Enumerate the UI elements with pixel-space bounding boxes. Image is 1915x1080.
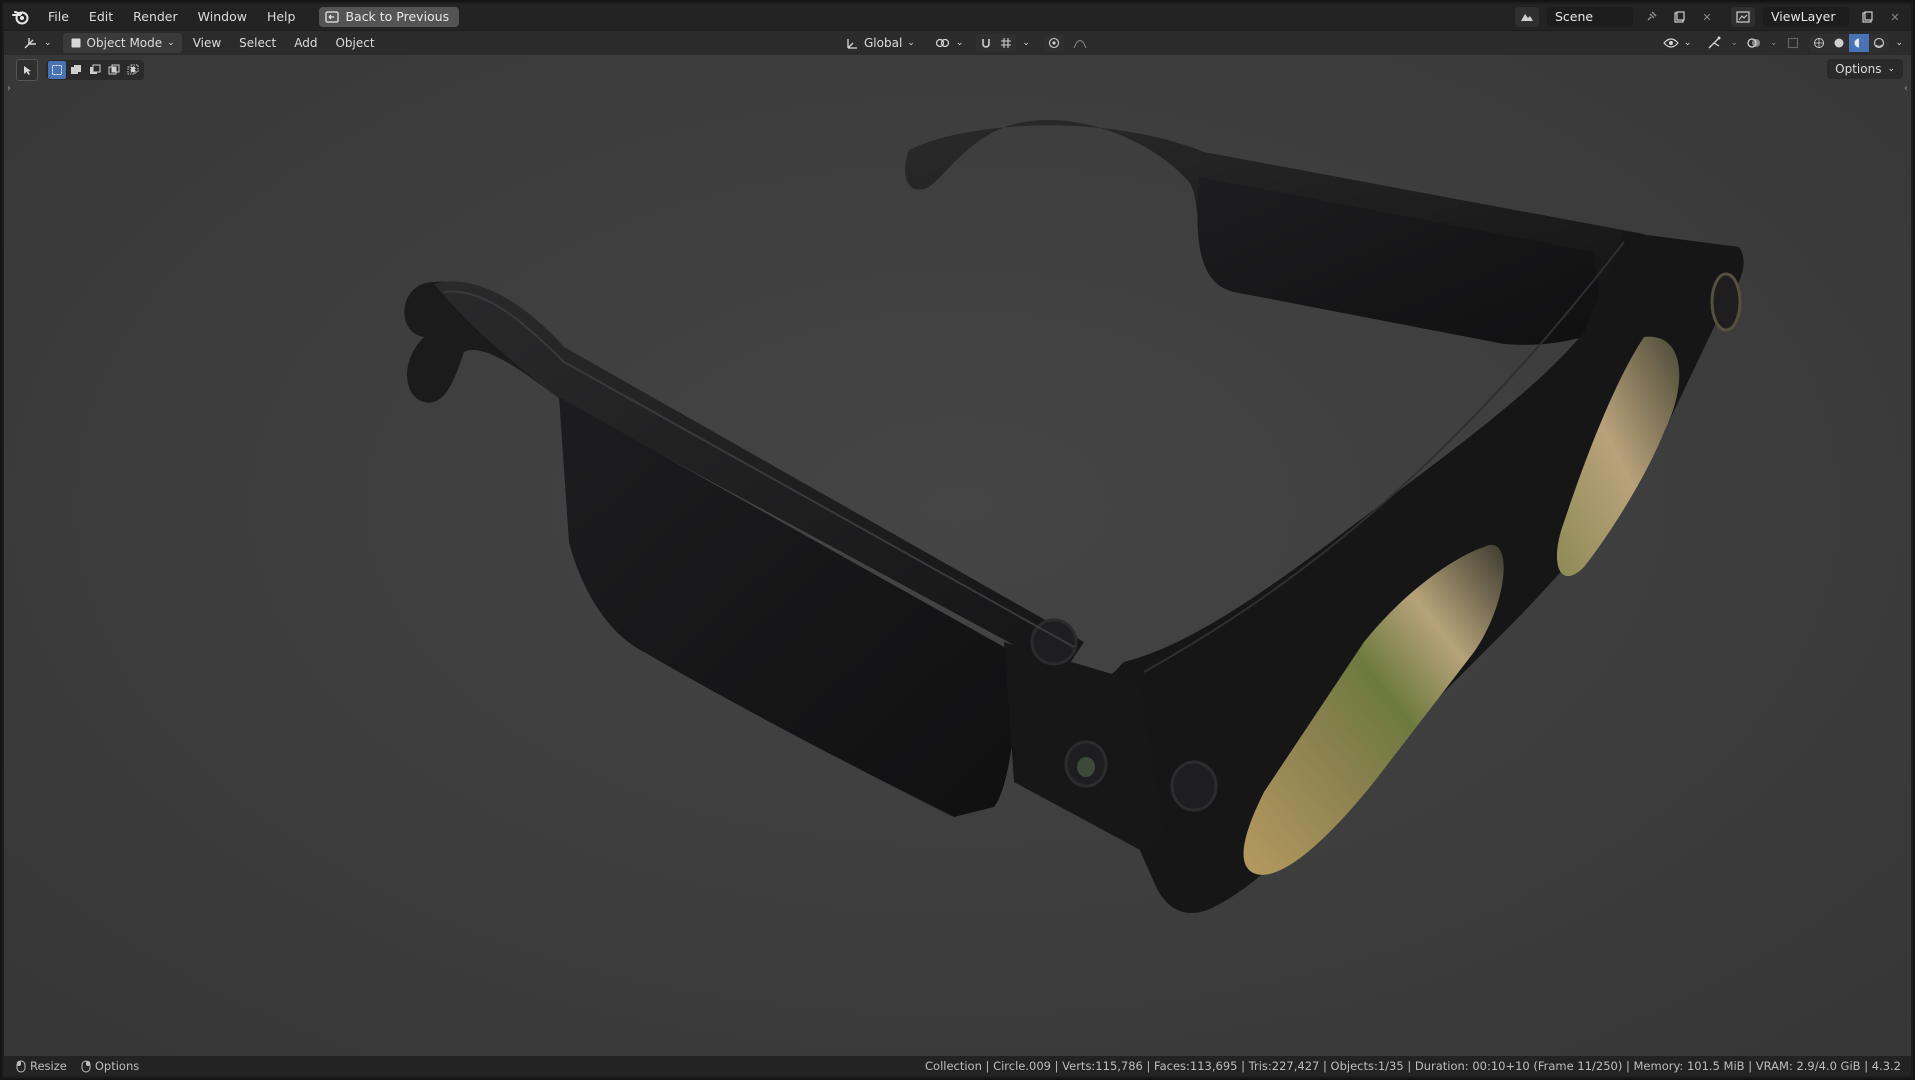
new-scene-icon[interactable] [1669, 8, 1689, 26]
orientation-axes-icon [847, 39, 857, 49]
scene-selector-icon[interactable] [1515, 7, 1539, 27]
new-view-layer-icon[interactable] [1857, 8, 1877, 26]
rendered-shading-icon[interactable] [1869, 34, 1889, 52]
header-right: ⌄ ⌄ ⌄ ⌄ [1656, 31, 1903, 55]
snap-target-icon[interactable] [996, 34, 1016, 52]
menu-view[interactable]: View [186, 33, 228, 53]
delete-scene-icon[interactable]: ✕ [1697, 8, 1717, 26]
falloff-icon[interactable] [1070, 34, 1090, 52]
far-hinge-camera [1710, 272, 1742, 332]
snap-toggle-icon[interactable] [976, 34, 996, 52]
glasses-model[interactable] [4, 55, 1911, 1056]
status-resize-label: Resize [30, 1059, 67, 1073]
editor-type-icon [24, 38, 36, 49]
shading-mode-group [1809, 34, 1890, 52]
topbar-right: Scene ✕ ViewLayer ✕ [1515, 4, 1905, 30]
orientation-label: Global [864, 36, 903, 50]
menu-object[interactable]: Object [328, 33, 381, 53]
mouse-right-icon [81, 1060, 91, 1072]
scene-name-field[interactable]: Scene [1547, 7, 1633, 27]
object-mode-label: Object Mode [86, 36, 163, 50]
status-options-label: Options [94, 1059, 140, 1073]
menu-edit[interactable]: Edit [79, 4, 123, 30]
overlays-icon[interactable] [1744, 34, 1764, 52]
proportional-editing-group [1043, 34, 1064, 52]
proportional-editing-icon[interactable] [1044, 34, 1064, 52]
pin-icon[interactable] [1641, 8, 1661, 26]
screen-back-icon [325, 11, 340, 23]
object-visibility-button[interactable]: ⌄ [1656, 33, 1699, 53]
back-to-previous-button[interactable]: Back to Previous [319, 7, 460, 27]
camera-module-right [1170, 760, 1218, 812]
status-options: Options [81, 1059, 139, 1073]
transform-orientation-select[interactable]: Global ⌄ [838, 33, 922, 53]
camera-lens-left [1077, 757, 1095, 777]
header-left: ⌄ Object Mode ⌄ View Select Add Object [16, 31, 382, 55]
menu-add[interactable]: Add [287, 33, 324, 53]
gizmo-icon[interactable] [1704, 34, 1724, 52]
view-layer-name: ViewLayer [1771, 9, 1836, 24]
header-center: Global ⌄ ⌄ ⌄ [838, 31, 1090, 55]
pivot-point-select[interactable]: ⌄ [928, 33, 971, 53]
menu-file[interactable]: File [38, 4, 79, 30]
mouse-icon [16, 1060, 26, 1072]
status-resize: Resize [16, 1059, 67, 1073]
scene-statistics: Collection | Circle.009 | Verts:115,786 … [925, 1059, 1901, 1073]
status-bar: Resize Options Collection | Circle.009 |… [4, 1056, 1911, 1076]
object-mode-icon [71, 38, 81, 48]
viewport-header: ⌄ Object Mode ⌄ View Select Add Object G… [4, 31, 1911, 55]
blender-window: File Edit Render Window Help Back to Pre… [0, 0, 1915, 1080]
view-layer-name-field[interactable]: ViewLayer [1763, 7, 1849, 27]
status-left: Resize Options [4, 1059, 139, 1073]
wireframe-shading-icon[interactable] [1809, 34, 1829, 52]
back-to-previous-label: Back to Previous [345, 9, 450, 24]
top-bar: File Edit Render Window Help Back to Pre… [4, 4, 1911, 30]
menu-help[interactable]: Help [257, 4, 306, 30]
menu-window[interactable]: Window [188, 4, 257, 30]
eye-icon [1663, 38, 1679, 48]
pivot-icon [935, 38, 949, 48]
solid-shading-icon[interactable] [1829, 34, 1849, 52]
view-layer-selector-icon[interactable] [1731, 7, 1755, 27]
xray-toggle-icon[interactable] [1783, 34, 1803, 52]
menu-select[interactable]: Select [232, 33, 283, 53]
blender-logo-icon[interactable] [4, 4, 38, 30]
snapping-group [976, 34, 1017, 52]
material-preview-shading-icon[interactable] [1849, 34, 1870, 52]
3d-viewport[interactable]: Options ⌄ › ‹ [4, 55, 1911, 1056]
scene-name: Scene [1555, 9, 1594, 24]
delete-view-layer-icon[interactable]: ✕ [1885, 8, 1905, 26]
editor-type-button[interactable]: ⌄ [16, 33, 59, 53]
object-mode-select[interactable]: Object Mode ⌄ [62, 33, 182, 53]
menu-render[interactable]: Render [123, 4, 188, 30]
